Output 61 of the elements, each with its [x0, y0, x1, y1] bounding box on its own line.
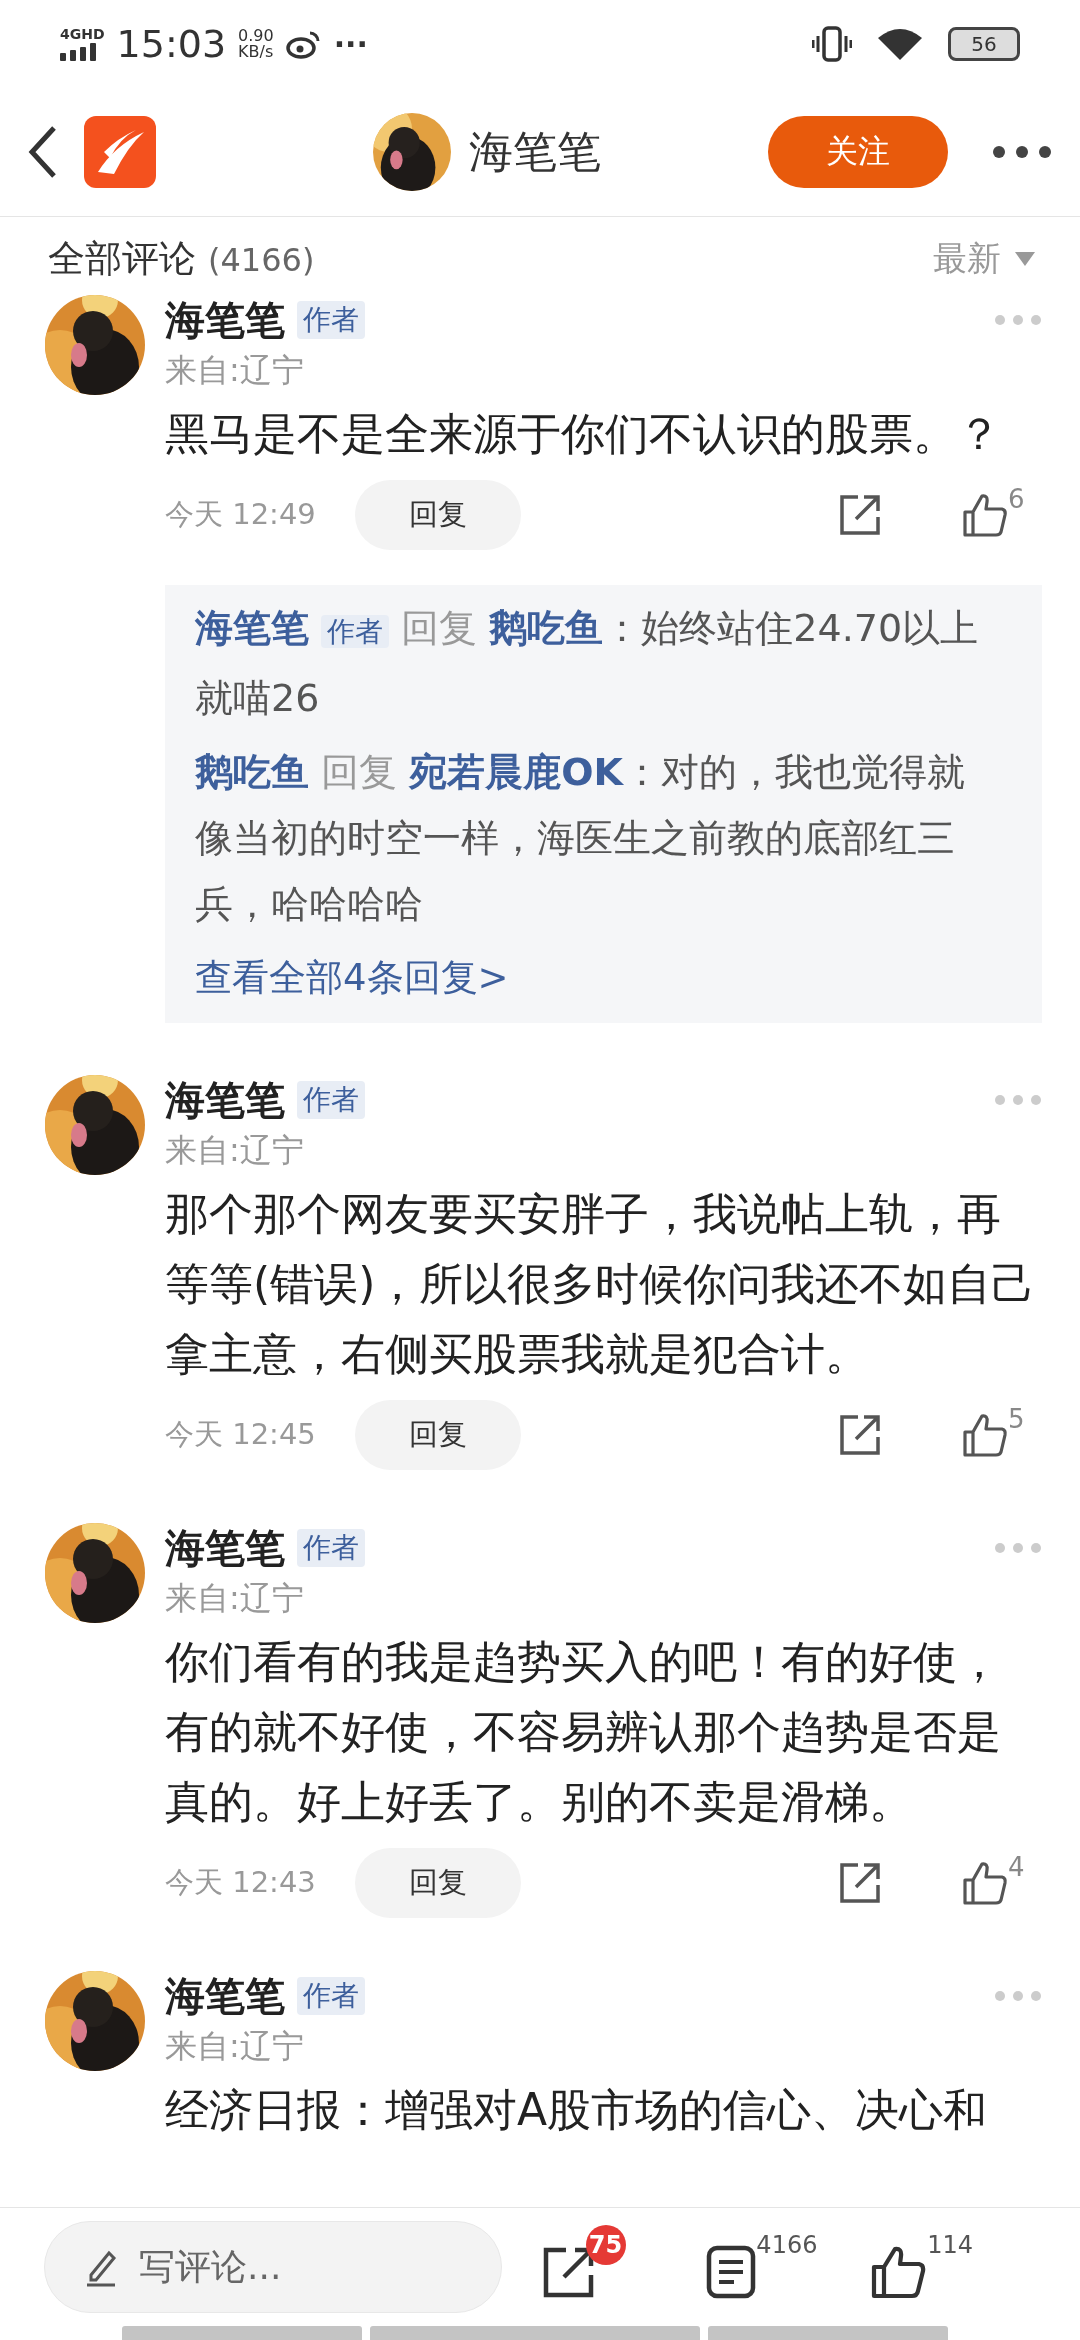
more-icon[interactable]: [992, 145, 1052, 159]
back-icon[interactable]: [28, 125, 58, 179]
app-logo-icon[interactable]: [84, 116, 156, 188]
author-name[interactable]: 海笔笔: [165, 1072, 285, 1128]
section-title: 全部评论: [48, 237, 196, 280]
user-link[interactable]: 鹅吃鱼: [489, 606, 604, 650]
comments-icon[interactable]: [706, 2245, 757, 2299]
network-speed: 0.90: [238, 28, 274, 44]
clock-time: 15:03: [116, 22, 227, 66]
location-text: 来自:辽宁: [165, 350, 305, 391]
author-name[interactable]: 海笔笔: [165, 292, 285, 348]
author-tag: 作者: [297, 1529, 365, 1567]
author-name[interactable]: 海笔笔: [165, 1520, 285, 1576]
author-tag: 作者: [321, 615, 390, 648]
author-name[interactable]: 海笔笔: [165, 1968, 285, 2024]
comment-time: 今天 12:49: [165, 496, 317, 533]
author-tag: 作者: [297, 1081, 365, 1119]
author-tag: 作者: [297, 1977, 365, 2015]
user-link[interactable]: 宛若晨鹿OK: [409, 750, 623, 794]
location-text: 来自:辽宁: [165, 1130, 305, 1171]
caret-icon: [1015, 252, 1035, 266]
reply-text: 鹅吃鱼 回复 宛若晨鹿OK：对的，我也觉得就像当初的时空一样，海医生之前教的底部红三兵，哈哈哈哈: [195, 749, 966, 928]
comment-count: 4166: [756, 2231, 818, 2259]
reply-button[interactable]: 回复: [355, 480, 521, 550]
author-link[interactable]: 鹅吃鱼: [195, 750, 309, 794]
reply-text: 海笔笔 作者 回复 鹅吃鱼：始终站住24.70以上就喵26: [195, 605, 980, 722]
comment-input-field[interactable]: 写评论...: [44, 2221, 502, 2313]
comment-text: 黑马是不是全来源于你们不认识的股票。？: [165, 407, 1002, 461]
location-text: 来自:辽宁: [165, 2026, 305, 2067]
comment-text: 你们看有的我是趋势买入的吧！有的好使，有的就不好使，不容易辨认那个趋势是否是真的。好上好丢了。别的不卖是滑梯。: [165, 1635, 1002, 1829]
comment-text: 经济日报：增强对A股市场的信心、决心和: [165, 2083, 989, 2137]
vibrate-icon: [812, 26, 852, 62]
like-count: 6: [1008, 484, 1025, 514]
like-count: 114: [927, 2231, 973, 2259]
thumbs-up-icon[interactable]: [871, 2245, 928, 2299]
thumbs-up-icon[interactable]: [962, 492, 1008, 538]
wifi-icon: [876, 26, 924, 62]
share-icon[interactable]: [838, 493, 882, 537]
thumbs-up-icon[interactable]: [962, 1860, 1008, 1906]
header-title: 海笔笔: [469, 124, 601, 179]
share-icon[interactable]: [838, 1413, 882, 1457]
network-type: 4GHD: [60, 27, 105, 41]
view-all-replies-link[interactable]: 查看全部4条回复>: [195, 945, 1002, 1011]
share-count-badge: 75: [585, 2225, 626, 2265]
reply-button[interactable]: 回复: [355, 1848, 521, 1918]
author-link[interactable]: 海笔笔: [195, 606, 309, 650]
battery-icon: 56: [948, 27, 1020, 61]
comment-time: 今天 12:45: [165, 1416, 317, 1453]
like-count: 4: [1008, 1852, 1025, 1882]
reply-button[interactable]: 回复: [355, 1400, 521, 1470]
author-tag: 作者: [297, 301, 365, 339]
like-count: 5: [1008, 1404, 1025, 1434]
more-notifications: ···: [333, 26, 368, 62]
share-icon[interactable]: [838, 1861, 882, 1905]
comment-count: (4166): [208, 241, 315, 279]
comment-time: 今天 12:43: [165, 1864, 317, 1901]
location-text: 来自:辽宁: [165, 1578, 305, 1619]
speed-unit: KB/s: [238, 44, 274, 60]
comment-text: 那个那个网友要买安胖子，我说帖上轨，再等等(错误)，所以很多时候你问我还不如自己拿主意，右侧买股票我就是犯合计。: [165, 1187, 1037, 1381]
thumbs-up-icon[interactable]: [962, 1412, 1008, 1458]
follow-button[interactable]: 关注: [768, 116, 948, 188]
